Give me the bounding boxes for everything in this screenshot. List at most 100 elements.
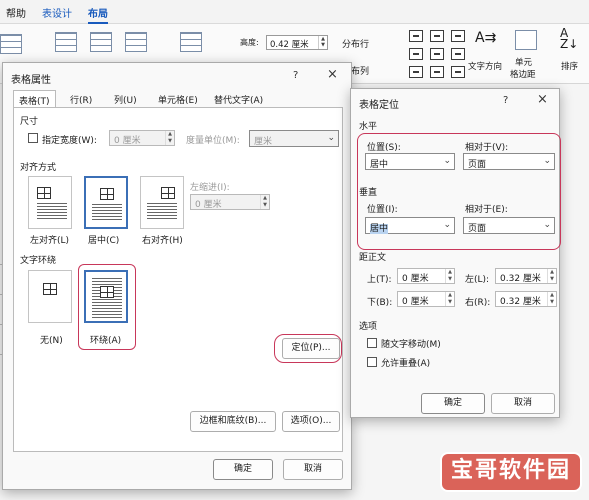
left-distance-input[interactable]: 0.32 厘米 ▲ ▼	[495, 268, 557, 284]
align-middle-right-icon[interactable]	[451, 48, 465, 60]
align-left-option[interactable]	[28, 176, 72, 229]
merge-icon[interactable]	[125, 32, 147, 52]
h-relative-label: 相对于(V):	[465, 143, 509, 153]
v-position-label: 位置(I):	[367, 205, 398, 215]
v-position-value: 居中	[370, 224, 389, 234]
specify-width-checkbox[interactable]	[28, 133, 38, 143]
autofit-icon[interactable]	[180, 32, 202, 52]
align-center-option[interactable]	[84, 176, 128, 229]
cancel-button[interactable]: 取消	[491, 393, 555, 414]
h-relative-select[interactable]: 页面 ⌄	[463, 153, 555, 170]
ribbon-tab-bar: 帮助 表设计 布局	[0, 0, 589, 24]
align-bottom-left-icon[interactable]	[409, 66, 423, 78]
indent-spinner-icon[interactable]: ▲ ▼	[260, 195, 269, 209]
v-relative-select[interactable]: 页面 ⌄	[463, 217, 555, 234]
chevron-down-icon: ⌄	[543, 156, 551, 166]
dialog-title: 表格属性	[11, 75, 51, 86]
v-relative-value: 页面	[468, 224, 487, 234]
bottom-spinner-icon[interactable]: ▲ ▼	[445, 292, 454, 306]
right-distance-input[interactable]: 0.32 厘米 ▲ ▼	[495, 291, 557, 307]
align-center-icon[interactable]	[430, 48, 444, 60]
help-icon[interactable]: ?	[503, 95, 508, 106]
tab-layout[interactable]: 布局	[88, 5, 108, 24]
alignment-section-label: 对齐方式	[20, 163, 57, 173]
table-icon[interactable]	[0, 34, 22, 54]
ok-button[interactable]: 确定	[421, 393, 485, 414]
bottom-distance-input[interactable]: 0 厘米 ▲ ▼	[397, 291, 455, 307]
cell-margins-label-2[interactable]: 格边距	[510, 68, 536, 80]
indent-value: 0 厘米	[195, 200, 222, 210]
wrap-none-label: 无(N)	[40, 336, 63, 346]
table-icon	[37, 187, 51, 199]
h-position-select[interactable]: 居中 ⌄	[365, 153, 455, 170]
tab-cell[interactable]: 单元格(E)	[153, 90, 203, 107]
close-icon[interactable]: ×	[537, 92, 548, 107]
chevron-down-icon: ⌄	[543, 220, 551, 230]
row-height-value: 0.42 厘米	[270, 40, 309, 50]
sort-icon[interactable]: A Z↓	[560, 27, 578, 50]
ok-button[interactable]: 确定	[213, 459, 273, 480]
top-distance-input[interactable]: 0 厘米 ▲ ▼	[397, 268, 455, 284]
left-label: 左(L):	[465, 275, 490, 285]
height-spinner-icon[interactable]: ▲ ▼	[318, 36, 327, 49]
unit-select[interactable]: 厘米 ⌄	[249, 130, 339, 147]
cell-margins-icon[interactable]	[515, 30, 537, 50]
align-top-right-icon[interactable]	[451, 30, 465, 42]
tab-alt-text[interactable]: 替代文字(A)	[209, 90, 268, 107]
text-direction-button[interactable]: 文字方向	[468, 60, 502, 72]
h-relative-value: 页面	[468, 160, 487, 170]
align-center-label: 居中(C)	[88, 236, 120, 246]
row-height-field[interactable]: 0.42 厘米 ▲ ▼	[266, 35, 328, 50]
size-section-label: 尺寸	[20, 117, 39, 127]
width-input[interactable]: 0 厘米 ▲ ▼	[109, 130, 175, 146]
indent-label: 左缩进(I):	[190, 183, 230, 193]
options-button[interactable]: 选项(O)...	[282, 411, 340, 432]
top-spinner-icon[interactable]: ▲ ▼	[445, 269, 454, 283]
indent-input[interactable]: 0 厘米 ▲ ▼	[190, 194, 270, 210]
gridlines-icon[interactable]	[55, 32, 77, 52]
tab-table-design[interactable]: 表设计	[42, 5, 72, 20]
help-icon[interactable]: ?	[293, 70, 298, 81]
align-top-left-icon[interactable]	[409, 30, 423, 42]
cancel-button[interactable]: 取消	[283, 459, 343, 480]
tab-column[interactable]: 列(U)	[109, 90, 142, 107]
wrap-section-label: 文字环绕	[20, 256, 57, 266]
dialog-tabs: 表格(T) 行(R) 列(U) 单元格(E) 替代文字(A)	[13, 90, 343, 108]
table-properties-dialog: 表格属性 ? × 表格(T) 行(R) 列(U) 单元格(E) 替代文字(A) …	[2, 62, 352, 490]
close-icon[interactable]: ×	[327, 67, 338, 82]
align-bottom-right-icon[interactable]	[451, 66, 465, 78]
align-left-label: 左对齐(L)	[30, 236, 70, 246]
chevron-down-icon: ⌄	[443, 220, 451, 230]
tab-help[interactable]: 帮助	[6, 5, 26, 20]
top-label: 上(T):	[367, 275, 392, 285]
tab-row[interactable]: 行(R)	[65, 90, 97, 107]
align-right-option[interactable]	[140, 176, 184, 229]
borders-shading-button[interactable]: 边框和底纹(B)...	[190, 411, 276, 432]
align-bottom-center-icon[interactable]	[430, 66, 444, 78]
table-tab-pane: 尺寸 指定宽度(W): 0 厘米 ▲ ▼ 度量单位(M): 厘米 ⌄ 对齐方式 左…	[13, 107, 343, 452]
tab-table[interactable]: 表格(T)	[13, 90, 56, 108]
allow-overlap-label: 允许重叠(A)	[381, 359, 431, 369]
height-label: 高度:	[240, 38, 259, 47]
text-direction-icon[interactable]: A⇉	[475, 30, 496, 46]
align-middle-left-icon[interactable]	[409, 48, 423, 60]
align-top-center-icon[interactable]	[430, 30, 444, 42]
wrap-none-option[interactable]	[28, 270, 72, 323]
right-value: 0.32 厘米	[500, 297, 541, 307]
allow-overlap-checkbox[interactable]	[367, 357, 377, 367]
width-spinner-icon[interactable]: ▲ ▼	[165, 131, 174, 145]
move-with-text-checkbox[interactable]	[367, 338, 377, 348]
text-lines-icon	[147, 201, 177, 219]
chevron-down-icon: ⌄	[443, 156, 451, 166]
align-right-label: 右对齐(H)	[142, 236, 183, 246]
split-icon[interactable]	[90, 32, 112, 52]
v-position-select[interactable]: 居中 ⌄	[365, 217, 455, 234]
left-spinner-icon[interactable]: ▲ ▼	[547, 269, 556, 283]
chevron-down-icon: ⌄	[327, 133, 335, 143]
table-icon	[43, 283, 57, 295]
sort-button[interactable]: 排序	[561, 60, 578, 72]
vertical-section-label: 垂直	[359, 188, 378, 198]
right-spinner-icon[interactable]: ▲ ▼	[547, 292, 556, 306]
bottom-label: 下(B):	[367, 298, 393, 308]
distribute-rows-button[interactable]: 分布行	[342, 37, 369, 50]
